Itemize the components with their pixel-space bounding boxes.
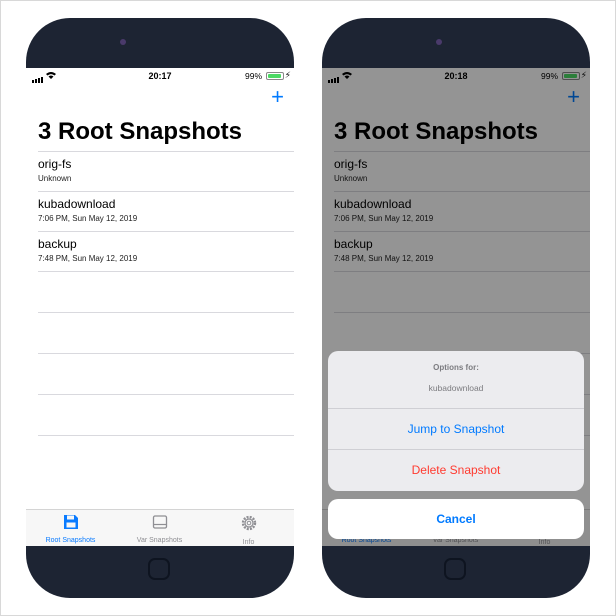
tab-label: Info (242, 539, 255, 546)
action-sheet-message: kubadownload (428, 383, 484, 393)
snapshot-name: kubadownload (38, 197, 116, 211)
screen: 20:18 99% ⚡ + 3 Root Snapshots orig-fs U… (322, 68, 590, 546)
cancel-button[interactable]: Cancel (328, 499, 584, 539)
empty-row (38, 271, 294, 312)
empty-row (38, 435, 294, 476)
gear-icon (241, 515, 256, 531)
camera-icon (436, 39, 442, 45)
tab-label: Var Snapshots (136, 537, 183, 544)
tab-root-snapshots[interactable]: Root Snapshots (26, 514, 115, 544)
action-sheet-header: Options for: kubadownload (328, 351, 584, 409)
snapshot-row-kubadownload[interactable]: kubadownload 7:06 PM, Sun May 12, 2019 (38, 191, 294, 231)
snapshot-date: Unknown (38, 174, 72, 183)
snapshot-list: orig-fs Unknown kubadownload 7:06 PM, Su… (38, 151, 294, 476)
screen: 20:17 99% ⚡ + 3 Root Snapshots orig-fs U… (26, 68, 294, 546)
tab-info[interactable]: Info (204, 514, 293, 546)
camera-icon (120, 39, 126, 45)
snapshot-row-orig-fs[interactable]: orig-fs Unknown (38, 151, 294, 191)
phone-left: 20:17 99% ⚡ + 3 Root Snapshots orig-fs U… (26, 18, 294, 598)
snapshot-date: 7:06 PM, Sun May 12, 2019 (38, 214, 138, 223)
charging-icon: ⚡ (284, 70, 291, 80)
tab-bar: Root Snapshots Var Snapshots Info (26, 509, 294, 546)
page-title: 3 Root Snapshots (38, 118, 243, 145)
snapshot-row-backup[interactable]: backup 7:48 PM, Sun May 12, 2019 (38, 231, 294, 271)
snapshot-name: backup (38, 237, 77, 251)
action-sheet-title: Options for: (433, 363, 479, 372)
add-snapshot-button[interactable]: + (271, 86, 284, 108)
drive-icon (152, 515, 167, 529)
phone-right: 20:18 99% ⚡ + 3 Root Snapshots orig-fs U… (322, 18, 590, 598)
status-bar: 20:17 99% ⚡ (26, 68, 294, 84)
battery-icon (266, 72, 284, 80)
floppy-disk-icon (63, 515, 78, 529)
action-sheet: Options for: kubadownload Jump to Snapsh… (328, 351, 584, 491)
empty-row (38, 394, 294, 435)
jump-to-snapshot-button[interactable]: Jump to Snapshot (328, 409, 584, 450)
battery-percent: 99% (244, 71, 262, 81)
snapshot-name: orig-fs (38, 157, 72, 171)
empty-row (38, 312, 294, 353)
tab-label: Root Snapshots (45, 537, 96, 544)
delete-snapshot-button[interactable]: Delete Snapshot (328, 450, 584, 491)
home-button[interactable] (444, 558, 466, 580)
empty-row (38, 353, 294, 394)
snapshot-date: 7:48 PM, Sun May 12, 2019 (38, 254, 138, 263)
tab-var-snapshots[interactable]: Var Snapshots (115, 514, 204, 544)
home-button[interactable] (148, 558, 170, 580)
